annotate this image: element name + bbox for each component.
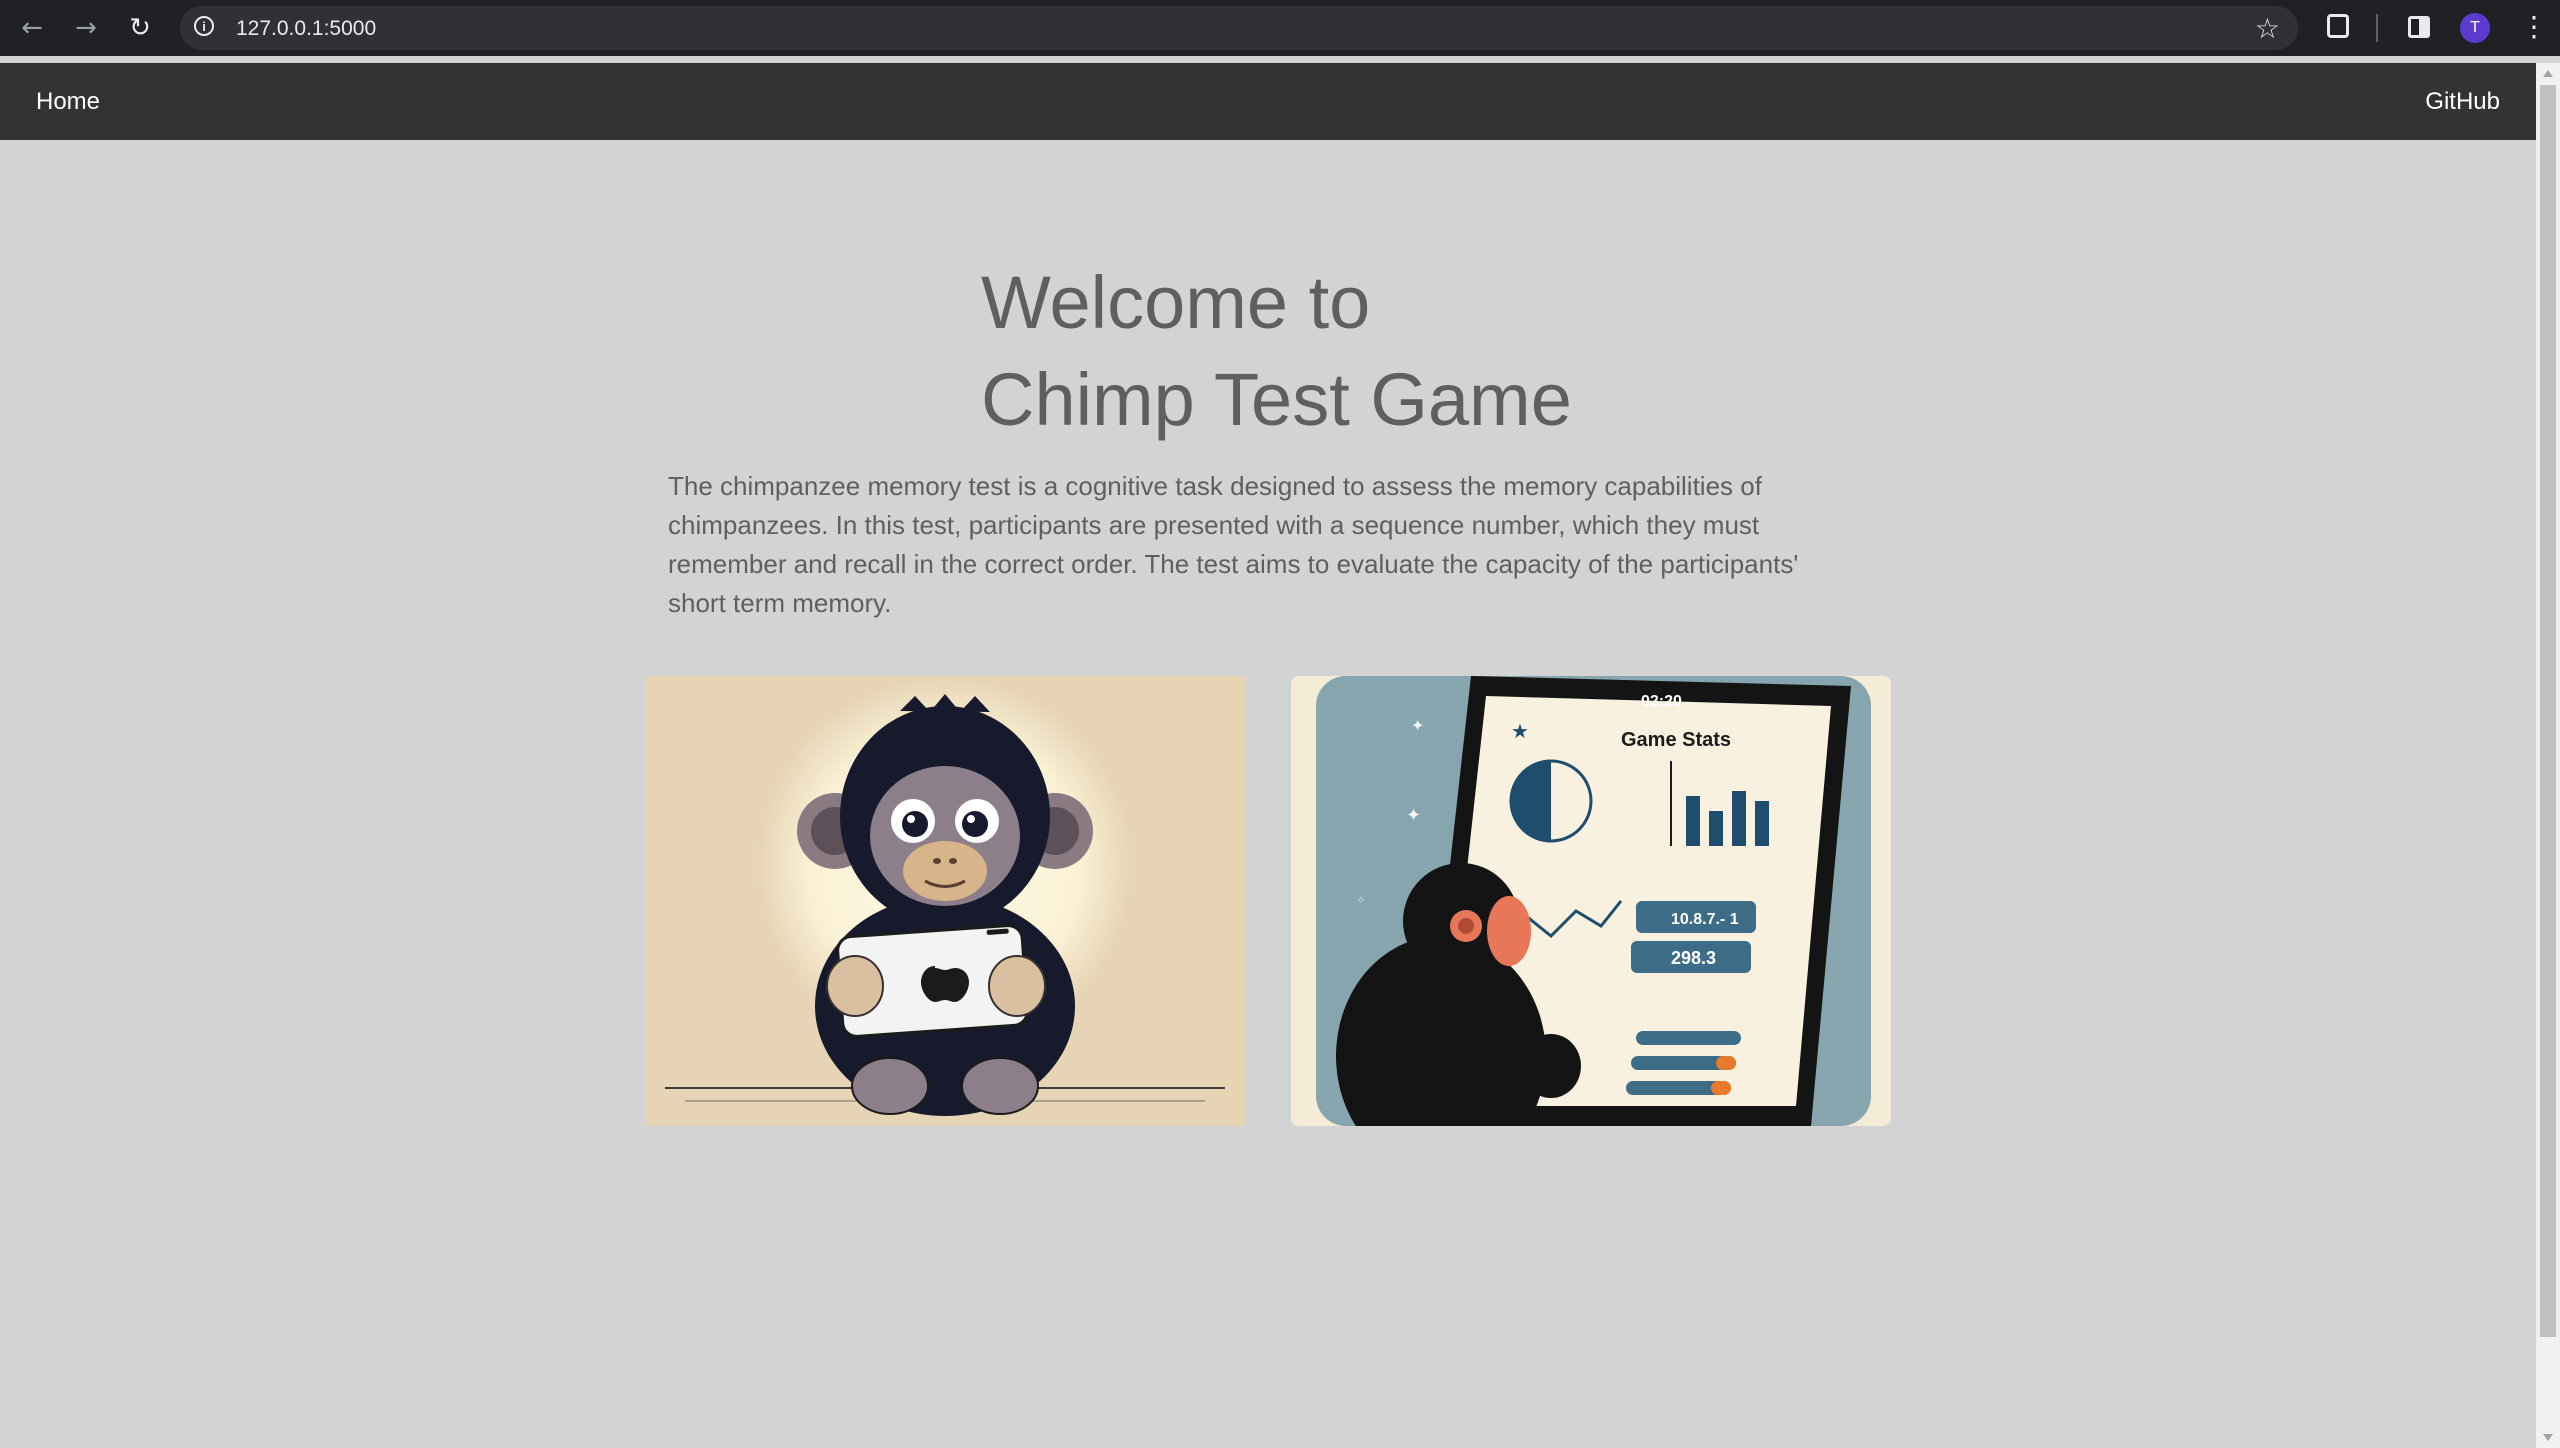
- scroll-down-arrow-icon[interactable]: [2543, 1434, 2553, 1441]
- tablet-heading: Game Stats: [1621, 729, 1731, 751]
- extensions-icon[interactable]: [2327, 14, 2349, 38]
- scrollbar-thumb[interactable]: [2540, 85, 2556, 1337]
- page-title: Welcome to Chimp Test Game: [981, 254, 1892, 448]
- svg-text:✦: ✦: [1411, 716, 1424, 735]
- tablet-stat-one: 10.8.7.- 1: [1671, 911, 1739, 928]
- menu-icon[interactable]: ⋮: [2520, 10, 2548, 43]
- chimp-game-stats-illustration: ✦ ✦ ✧ 02:20 Game Stats ★ 10.8.7.- 1 298.…: [1291, 676, 1891, 1126]
- illustration-row: ✦ ✦ ✧ 02:20 Game Stats ★ 10.8.7.- 1 298.…: [645, 676, 1893, 1126]
- url-text[interactable]: 127.0.0.1:5000: [236, 17, 376, 41]
- main-content: Welcome to Chimp Test Game The chimpanze…: [645, 140, 1892, 1126]
- forward-icon[interactable]: →: [70, 12, 102, 44]
- side-panel-icon[interactable]: [2408, 16, 2430, 38]
- reload-icon[interactable]: ↻: [124, 12, 156, 44]
- page-scrollbar[interactable]: [2536, 63, 2560, 1448]
- nav-home-link[interactable]: Home: [36, 88, 100, 116]
- back-icon[interactable]: ←: [16, 12, 48, 44]
- info-icon[interactable]: i: [194, 16, 214, 36]
- site-navbar: Home GitHub: [0, 63, 2536, 140]
- chimp-with-tablet-illustration: [645, 676, 1245, 1126]
- game-description: The chimpanzee memory test is a cognitiv…: [668, 471, 1799, 618]
- toolbar-divider: [2376, 14, 2378, 42]
- browser-toolbar: ← → ↻ i 127.0.0.1:5000 ☆ T ⋮: [0, 0, 2560, 56]
- star-icon[interactable]: ☆: [2255, 12, 2280, 45]
- tablet-time: 02:20: [1641, 693, 1682, 710]
- scroll-up-arrow-icon[interactable]: [2543, 70, 2553, 77]
- svg-text:✦: ✦: [1406, 805, 1421, 826]
- profile-avatar[interactable]: T: [2460, 13, 2490, 43]
- nav-github-link[interactable]: GitHub: [2425, 88, 2500, 116]
- svg-text:★: ★: [1511, 719, 1529, 743]
- svg-text:✧: ✧: [1356, 893, 1366, 907]
- page-title-line-2: Chimp Test Game: [981, 358, 1572, 441]
- address-bar[interactable]: i 127.0.0.1:5000 ☆: [180, 6, 2298, 50]
- page-title-line-1: Welcome to: [981, 261, 1371, 344]
- tablet-stat-two: 298.3: [1671, 948, 1716, 968]
